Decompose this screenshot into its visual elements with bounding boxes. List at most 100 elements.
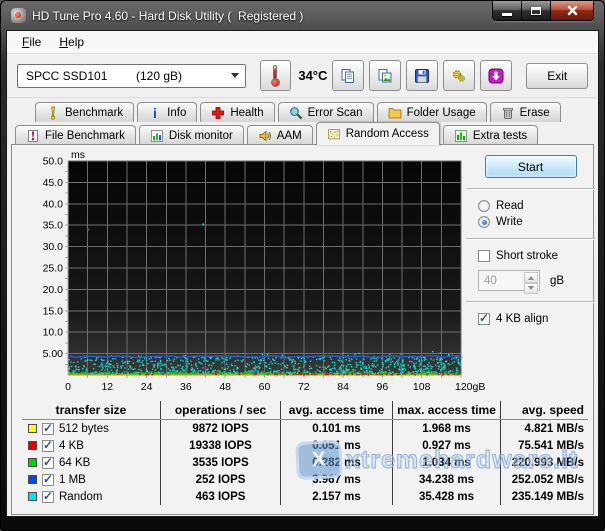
svg-text:35.0: 35.0 [43, 220, 64, 232]
transfer-size-label: Random [59, 491, 102, 503]
svg-text:i: i [153, 106, 157, 120]
write-label: Write [496, 216, 523, 228]
transfer-size-label: 1 MB [59, 474, 86, 486]
transfer-size-cell: 1 MB [22, 474, 160, 486]
transfer-size-label: 4 KB [59, 440, 84, 452]
tab-label: Random Access [346, 128, 429, 140]
temperature-button[interactable] [260, 60, 292, 91]
folder-usage-icon [388, 106, 402, 120]
tab-label: Folder Usage [407, 107, 476, 119]
tab-info[interactable]: i Info [137, 102, 197, 122]
short-stroke-size-input[interactable]: 40 [478, 270, 540, 291]
exit-button[interactable]: Exit [526, 63, 588, 89]
svg-text:0: 0 [65, 381, 71, 393]
tab-label: Health [230, 107, 263, 119]
ops-cell: 9872 IOPS [160, 420, 280, 437]
spin-down-button[interactable] [524, 283, 538, 294]
copy-icon [340, 68, 356, 84]
tab-extra-tests[interactable]: Extra tests [443, 125, 538, 145]
disk-monitor-icon [150, 129, 164, 143]
tab-disk-monitor[interactable]: Disk monitor [139, 125, 244, 145]
align-checkbox[interactable]: 4 KB align [478, 313, 597, 325]
short-stroke-box [478, 250, 490, 262]
tab-label: Info [167, 107, 186, 119]
menu-help[interactable]: Help [50, 32, 93, 52]
row-checkbox[interactable] [42, 474, 54, 486]
max-access-cell: 35.428 ms [392, 488, 500, 505]
svg-text:5.00: 5.00 [43, 348, 64, 360]
short-stroke-checkbox[interactable]: Short stroke [478, 250, 597, 262]
short-stroke-value: 40 [484, 275, 497, 287]
tab-label: Disk monitor [169, 130, 233, 142]
title-bar[interactable]: HD Tune Pro 4.60 - Hard Disk Utility ( R… [1, 1, 604, 30]
svg-text:20.0: 20.0 [43, 284, 64, 296]
transfer-size-label: 512 bytes [59, 423, 109, 435]
close-button[interactable] [551, 1, 593, 20]
table-header: transfer sizeoperations / secavg. access… [22, 401, 588, 420]
tab-file-benchmark[interactable]: File Benchmark [15, 125, 136, 145]
tab-erase[interactable]: Erase [490, 102, 561, 122]
tab-label: Extra tests [473, 130, 527, 142]
latency-chart: ms50.045.040.035.030.025.020.015.010.05.… [18, 149, 486, 399]
capture-icon [488, 68, 504, 84]
drive-select[interactable]: SPCC SSD101 (120 gB) [17, 64, 246, 88]
menu-bar: FileHelp [7, 31, 598, 54]
toolbar: SPCC SSD101 (120 gB) 34°C Exit [7, 54, 598, 98]
row-checkbox[interactable] [42, 491, 54, 503]
app-icon [11, 8, 26, 23]
svg-text:50.0: 50.0 [43, 156, 64, 168]
save-button[interactable] [406, 60, 438, 91]
row-checkbox[interactable] [42, 457, 54, 469]
tab-benchmark[interactable]: Benchmark [35, 102, 134, 122]
avg-access-cell: 0.101 ms [280, 420, 392, 437]
temperature-value: 34°C [298, 68, 327, 83]
read-radio[interactable]: Read [478, 200, 597, 212]
svg-text:25.0: 25.0 [43, 263, 64, 275]
row-checkbox[interactable] [42, 423, 54, 435]
tab-random-access[interactable]: Random Access [316, 122, 440, 145]
tab-folder-usage[interactable]: Folder Usage [377, 102, 487, 122]
table-row: 4 KB19338 IOPS0.051 ms0.927 ms75.541 MB/… [22, 437, 588, 454]
copy-image-button[interactable] [369, 60, 401, 91]
row-checkbox[interactable] [42, 440, 54, 452]
legend-swatch [28, 458, 37, 467]
header-3: avg. access time [280, 401, 392, 419]
table-row: 64 KB3535 IOPS0.282 ms1.034 ms220.993 MB… [22, 454, 588, 471]
random-access-panel: ms50.045.040.035.030.025.020.015.010.05.… [11, 144, 594, 515]
tab-label: AAM [277, 130, 302, 142]
spinner-buttons [524, 272, 538, 289]
menu-file[interactable]: File [13, 32, 50, 52]
toolbar-buttons [327, 60, 512, 91]
minimize-button[interactable] [493, 1, 522, 20]
transfer-size-label: 64 KB [59, 457, 90, 469]
drive-size: (120 gB) [136, 69, 182, 83]
erase-icon [501, 106, 515, 120]
table-row: Random463 IOPS2.157 ms35.428 ms235.149 M… [22, 488, 588, 505]
avg-access-cell: 2.157 ms [280, 488, 392, 505]
svg-text:120gB: 120gB [455, 381, 485, 393]
options-button[interactable] [443, 60, 475, 91]
tab-aam[interactable]: AAM [247, 125, 313, 145]
svg-text:84: 84 [337, 381, 349, 393]
transfer-size-cell: 512 bytes [22, 423, 160, 435]
write-radio[interactable]: Write [478, 216, 597, 228]
copy-text-button[interactable] [332, 60, 364, 91]
caption-buttons [492, 1, 594, 21]
avg-access-cell: 0.282 ms [280, 454, 392, 471]
svg-text:108: 108 [413, 381, 431, 393]
max-access-cell: 1.034 ms [392, 454, 500, 471]
header-4: max. access time [392, 401, 500, 419]
tab-error-scan[interactable]: Error Scan [278, 102, 374, 122]
read-label: Read [496, 200, 524, 212]
spin-up-button[interactable] [524, 272, 538, 283]
header-2: operations / sec [160, 401, 280, 419]
legend-swatch [28, 424, 37, 433]
results-table: transfer sizeoperations / secavg. access… [22, 401, 588, 505]
tab-health[interactable]: Health [200, 102, 274, 122]
tab-row-1: Benchmark i Info Health Error Scan Folder Usa… [7, 101, 598, 122]
start-button[interactable]: Start [485, 155, 577, 178]
svg-text:ms: ms [71, 149, 85, 161]
capture-button[interactable] [480, 60, 512, 91]
maximize-button[interactable] [522, 1, 551, 20]
svg-text:48: 48 [219, 381, 231, 393]
